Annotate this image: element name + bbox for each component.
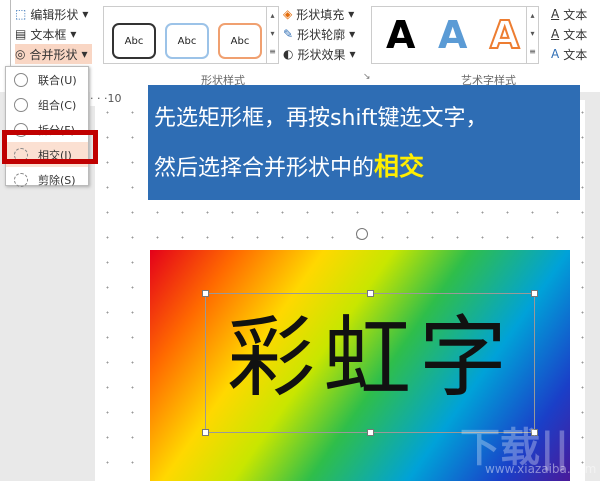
shape-outline-button[interactable]: ✎ 形状轮廓 ▾ — [283, 24, 356, 44]
callout-line-2: 然后选择合并形状中的相交 — [154, 152, 425, 181]
shape-style-gallery[interactable]: Abc Abc Abc ▴ ▾ ≡ — [103, 6, 279, 64]
merge-shapes-button[interactable]: ◎ 合并形状 ▾ — [15, 44, 92, 64]
ribbon: ⬚ 编辑形状 ▾ ▤ 文本框 ▾ ◎ 合并形状 ▾ Abc Abc Abc ▴ ▾ ≡ 形… — [10, 0, 600, 92]
effects-icon: ◐ — [283, 47, 294, 61]
shape-style-3[interactable]: Abc — [218, 23, 262, 59]
edit-shape-button[interactable]: ⬚ 编辑形状 ▾ — [15, 4, 92, 24]
shape-style-2[interactable]: Abc — [165, 23, 209, 59]
wordart-style-2[interactable]: A — [438, 13, 467, 57]
resize-handle[interactable] — [367, 429, 374, 436]
fill-icon: ◈ — [283, 7, 293, 21]
edit-shape-icon: ⬚ — [15, 7, 27, 21]
subtract-icon — [14, 172, 28, 187]
wordart-style-1[interactable]: A — [386, 13, 415, 57]
wordart-gallery[interactable]: A A A ▴ ▾ ≡ — [371, 6, 539, 64]
art-text: 彩虹字 — [226, 306, 515, 409]
menu-item-union[interactable]: 联合(U) — [6, 67, 88, 92]
watermark-url: www.xiazaiba.com — [485, 462, 597, 476]
rotate-handle[interactable] — [356, 228, 368, 240]
shape-style-1[interactable]: Abc — [112, 23, 156, 59]
wordart-style-3[interactable]: A — [489, 12, 520, 58]
resize-handle[interactable] — [202, 290, 209, 297]
shape-fill-button[interactable]: ◈ 形状填充 ▾ — [283, 4, 356, 24]
callout-line-1: 先选矩形框，再按shift键选文字， — [154, 106, 488, 131]
resize-handle[interactable] — [367, 290, 374, 297]
instruction-callout: 先选矩形框，再按shift键选文字， 然后选择合并形状中的相交 — [148, 85, 580, 200]
text-fill-button[interactable]: A 文本 — [551, 4, 587, 24]
wordart-scroll[interactable]: ▴ ▾ ≡ — [526, 7, 538, 63]
menu-item-combine[interactable]: 组合(C) — [6, 92, 88, 117]
ruler: · · ·10 — [90, 92, 150, 106]
text-effects-icon: A — [551, 47, 560, 61]
text-selection-box[interactable]: 彩虹字 — [202, 290, 538, 436]
resize-handle[interactable] — [202, 429, 209, 436]
text-outline-icon: A — [551, 27, 560, 41]
highlight-box — [2, 130, 98, 164]
text-outline-button[interactable]: A 文本 — [551, 24, 587, 44]
resize-handle[interactable] — [531, 290, 538, 297]
merge-shapes-menu: 联合(U) 组合(C) 拆分(F) 相交(I) 剪除(S) — [5, 66, 89, 187]
combine-icon — [14, 97, 28, 112]
union-icon — [14, 72, 28, 87]
textbox-icon: ▤ — [15, 27, 27, 41]
merge-shapes-icon: ◎ — [15, 47, 26, 61]
shape-effects-button[interactable]: ◐ 形状效果 ▾ — [283, 44, 356, 64]
text-fill-icon: A — [551, 7, 560, 21]
menu-item-subtract[interactable]: 剪除(S) — [6, 167, 88, 192]
outline-icon: ✎ — [283, 27, 294, 41]
textbox-button[interactable]: ▤ 文本框 ▾ — [15, 24, 92, 44]
dialog-launcher-icon[interactable]: ↘ — [363, 72, 371, 82]
gallery-scroll[interactable]: ▴ ▾ ≡ — [266, 7, 278, 63]
text-effects-button[interactable]: A 文本 — [551, 44, 587, 64]
